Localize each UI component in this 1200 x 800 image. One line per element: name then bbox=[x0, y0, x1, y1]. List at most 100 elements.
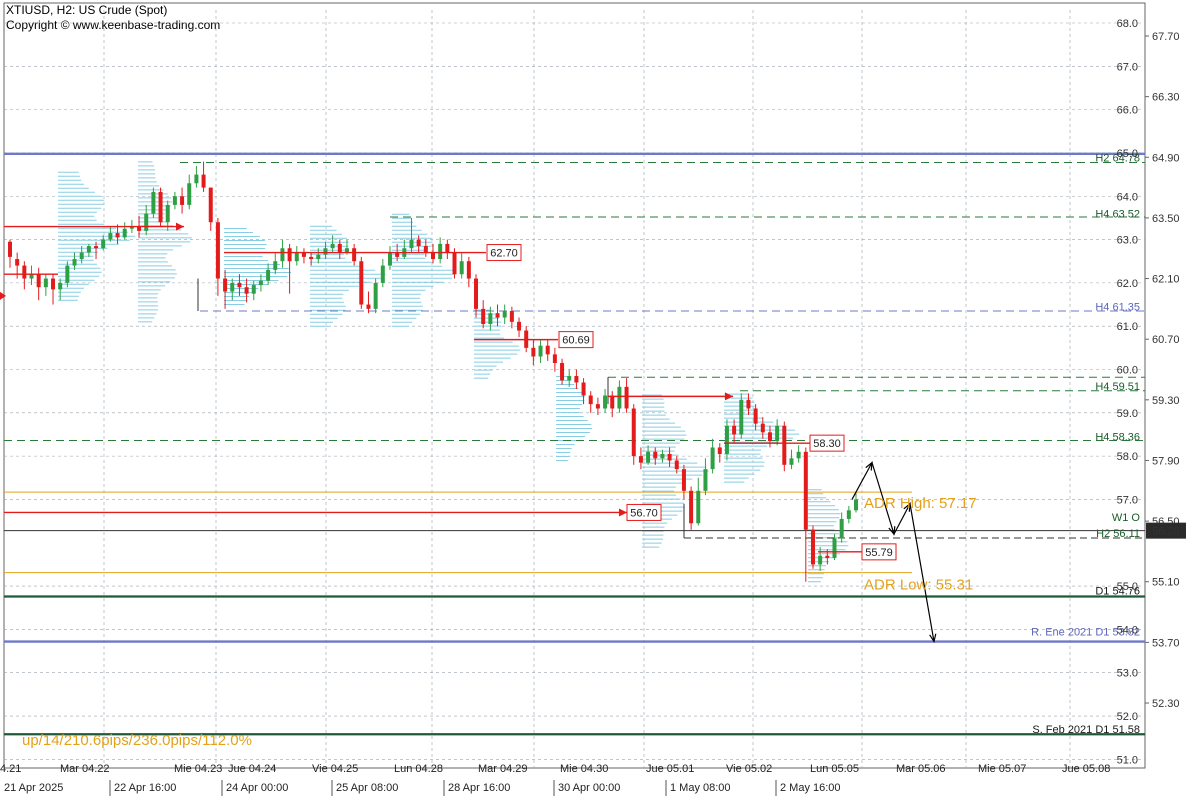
candle-bull bbox=[438, 243, 443, 260]
axis-tick-label: 60.70 bbox=[1152, 334, 1180, 346]
candle-bear bbox=[531, 347, 536, 357]
candle-bull bbox=[739, 399, 744, 435]
candle-bull bbox=[488, 313, 493, 325]
plot-frame bbox=[3, 2, 1146, 769]
candle-bear bbox=[36, 274, 41, 288]
inner-tick-label: 59.0 bbox=[1117, 408, 1138, 420]
inner-tick-label: 52.0 bbox=[1117, 711, 1138, 723]
candle-bear bbox=[803, 451, 808, 530]
candle-bear bbox=[474, 278, 479, 309]
candle-bear bbox=[94, 246, 99, 249]
time-label-date: 22 Apr 16:00 bbox=[114, 782, 176, 794]
candle-bull bbox=[187, 183, 192, 205]
candle-bear bbox=[517, 321, 522, 331]
inner-tick-label: 54.0 bbox=[1117, 624, 1138, 636]
candle-bear bbox=[574, 376, 579, 383]
candle-bull bbox=[151, 191, 156, 214]
stats-label: up/14/210.6pips/236.0pips/112.0% bbox=[22, 732, 252, 749]
inner-tick-label: 62.0 bbox=[1117, 278, 1138, 290]
candle-bull bbox=[567, 376, 572, 381]
candle-bull bbox=[380, 265, 385, 283]
level-label: H4 61.35 bbox=[1095, 302, 1140, 314]
candle-bull bbox=[703, 469, 708, 491]
level-label: H4 59.51 bbox=[1095, 381, 1140, 393]
candle-bear bbox=[689, 490, 694, 524]
candle-bull bbox=[280, 248, 285, 262]
candle-bull bbox=[65, 265, 70, 283]
price-box-label: 56.70 bbox=[630, 507, 658, 519]
candle-bear bbox=[581, 382, 586, 396]
candle-bull bbox=[273, 261, 278, 270]
axis-tick-label: 66.30 bbox=[1152, 92, 1180, 104]
time-label-date: 21 Apr 2025 bbox=[4, 782, 63, 794]
inner-tick-label: 61.0 bbox=[1117, 321, 1138, 333]
candle-bear bbox=[8, 241, 12, 257]
candle-bear bbox=[782, 425, 787, 465]
candle-bear bbox=[667, 453, 672, 461]
candle-bull bbox=[854, 499, 858, 511]
inner-tick-label: 53.0 bbox=[1117, 668, 1138, 680]
level-label: H4 58.36 bbox=[1095, 432, 1140, 444]
candle-bear bbox=[51, 278, 56, 290]
axis-tick-label: 63.50 bbox=[1152, 213, 1180, 225]
price-box-label: 55.79 bbox=[865, 547, 893, 559]
candle-bull bbox=[79, 252, 84, 260]
time-label-date: 1 May 08:00 bbox=[670, 782, 731, 794]
candle-bull bbox=[316, 254, 321, 260]
price-box-label: 60.69 bbox=[562, 335, 590, 347]
inner-tick-label: 60.0 bbox=[1117, 365, 1138, 377]
candle-bull bbox=[230, 282, 235, 292]
candle-bear bbox=[201, 174, 206, 188]
price-box-label: 62.70 bbox=[490, 248, 518, 260]
candle-bear bbox=[588, 395, 593, 405]
time-label-short: Jue 04.24 bbox=[228, 763, 276, 775]
time-label-date: 2 May 16:00 bbox=[780, 782, 841, 794]
candle-bear bbox=[445, 243, 450, 253]
candle-bull bbox=[710, 447, 715, 470]
candle-bull bbox=[144, 213, 149, 231]
candle-bear bbox=[287, 248, 292, 262]
candle-bull bbox=[294, 252, 299, 262]
candle-bull bbox=[165, 204, 170, 223]
price-chart[interactable]: 62.7060.6958.3056.7055.79H2 64.78H4 63.5… bbox=[0, 0, 1200, 800]
candle-bull bbox=[58, 282, 63, 290]
axis-tick-label: 53.70 bbox=[1152, 637, 1180, 649]
candle-bear bbox=[237, 282, 242, 288]
candle-bear bbox=[22, 265, 27, 279]
candle-bull bbox=[459, 261, 464, 275]
candle-bull bbox=[258, 280, 263, 286]
candle-bull bbox=[603, 395, 608, 409]
candle-bear bbox=[466, 261, 471, 279]
candle-bear bbox=[746, 399, 751, 409]
candles bbox=[8, 161, 858, 582]
inner-tick-label: 64.0 bbox=[1117, 191, 1138, 203]
candle-bull bbox=[108, 233, 113, 240]
candle-bear bbox=[509, 311, 514, 322]
candle-bull bbox=[409, 239, 414, 249]
candle-bull bbox=[122, 228, 127, 238]
candle-bear bbox=[767, 432, 772, 441]
candle-bear bbox=[481, 308, 486, 325]
candle-bear bbox=[624, 386, 629, 409]
candle-bull bbox=[846, 510, 851, 519]
candle-bull bbox=[251, 285, 256, 294]
current-price-label: 56.28 bbox=[1152, 526, 1180, 538]
candle-bull bbox=[72, 259, 77, 266]
time-label-short: 4.21 bbox=[0, 763, 21, 775]
candle-bear bbox=[753, 408, 758, 424]
candle-bear bbox=[359, 261, 364, 305]
left-edge-arrow bbox=[0, 291, 6, 300]
grid-lines bbox=[3, 2, 1146, 769]
candle-bull bbox=[172, 196, 177, 205]
time-label-short: Mar 04.22 bbox=[60, 763, 110, 775]
candle-bear bbox=[352, 248, 357, 262]
candle-bear bbox=[595, 404, 600, 409]
price-box-label: 58.30 bbox=[813, 438, 841, 450]
candle-bull bbox=[330, 243, 335, 249]
time-label-short: Mie 05.07 bbox=[978, 763, 1026, 775]
candle-bear bbox=[244, 287, 249, 294]
time-label-short: Mar 05.06 bbox=[896, 763, 946, 775]
candle-bear bbox=[681, 469, 686, 491]
candle-bear bbox=[560, 363, 565, 381]
candle-bear bbox=[423, 246, 428, 253]
